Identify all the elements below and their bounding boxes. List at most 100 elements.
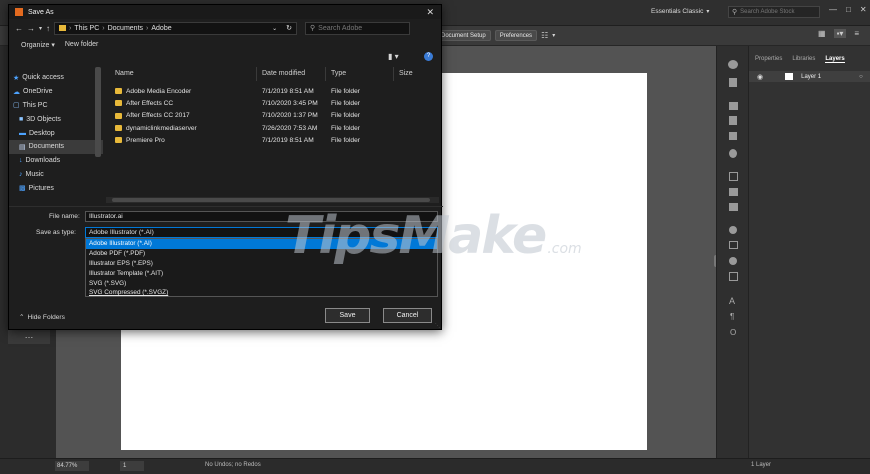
document-setup-label: Document Setup	[441, 32, 486, 39]
layers-count: 1 Layer	[751, 462, 772, 468]
brushes-icon[interactable]	[729, 116, 737, 125]
file-row[interactable]: Premiere Pro 7/1/2019 8:51 AM File folde…	[115, 134, 415, 146]
dialog-title: Save As	[28, 8, 54, 16]
nav-scrollbar[interactable]	[95, 67, 101, 157]
column-type[interactable]: Type	[331, 70, 346, 77]
opentype-icon[interactable]: O	[730, 328, 736, 337]
horizontal-scrollbar[interactable]	[106, 197, 439, 203]
cancel-label: Cancel	[396, 312, 419, 319]
navigation-pane: ★ Quick access ☁ OneDrive ▢ This PC ■ 3D Obj…	[9, 63, 103, 207]
arrange-documents-icon[interactable]: ▦	[818, 29, 826, 38]
nav-onedrive[interactable]: ☁ OneDrive	[9, 85, 103, 99]
swatches-icon[interactable]	[729, 102, 738, 110]
music-icon: ♪	[19, 170, 23, 178]
file-type: File folder	[331, 99, 360, 107]
pathfinder-icon[interactable]	[729, 203, 738, 211]
back-arrow-icon[interactable]: ←	[15, 24, 23, 33]
resize-grip-icon[interactable]: ⋱	[435, 323, 440, 329]
stock-search-field[interactable]: ⚲ Search Adobe Stock	[728, 6, 820, 18]
file-type: File folder	[331, 112, 360, 120]
transparency-icon[interactable]	[729, 257, 737, 265]
stroke-icon[interactable]	[729, 226, 737, 234]
close-icon[interactable]: ✕	[860, 5, 867, 14]
symbols-icon[interactable]	[729, 132, 737, 140]
cube-icon: ■	[19, 115, 24, 123]
up-arrow-icon[interactable]: ↑	[46, 24, 50, 33]
file-name: Adobe Media Encoder	[126, 87, 192, 95]
breadcrumb-this-pc[interactable]: This PC	[74, 25, 99, 32]
file-row[interactable]: After Effects CC 7/10/2020 3:45 PM File …	[115, 97, 415, 109]
column-name[interactable]: Name	[115, 70, 134, 77]
eye-icon[interactable]: ◉	[757, 73, 763, 81]
chevron-up-icon: ⌃	[19, 314, 25, 321]
tab-libraries[interactable]: Libraries	[792, 56, 815, 63]
file-row[interactable]: Adobe Media Encoder 7/1/2019 8:51 AM Fil…	[115, 85, 415, 97]
column-size[interactable]: Size	[399, 70, 413, 77]
search-icon: ⚲	[310, 25, 316, 32]
help-icon[interactable]: ?	[424, 52, 433, 61]
nav-label: 3D Objects	[26, 115, 61, 123]
minimize-icon[interactable]: —	[829, 5, 837, 14]
tab-properties[interactable]: Properties	[755, 56, 782, 63]
maximize-icon[interactable]: □	[846, 5, 851, 14]
forward-arrow-icon[interactable]: →	[27, 24, 35, 33]
character-icon[interactable]: A	[729, 296, 735, 306]
cancel-button[interactable]: Cancel	[383, 308, 432, 323]
color-panel-icon[interactable]	[728, 60, 738, 69]
view-options-icon[interactable]: ▮ ▾	[388, 52, 399, 61]
graphic-styles-icon[interactable]	[729, 149, 737, 158]
workspace-switcher[interactable]: Essentials Classic ▾	[651, 8, 709, 15]
nav-documents[interactable]: ▤ Documents	[9, 139, 103, 154]
recent-locations-icon[interactable]: ▾	[39, 25, 42, 32]
align-icon[interactable]	[729, 188, 738, 196]
save-button[interactable]: Save	[325, 308, 370, 323]
type-option[interactable]: SVG (*.SVG)	[86, 278, 437, 288]
nav-label: Documents	[28, 143, 65, 151]
panel-toggle-icon[interactable]: ▪▾	[833, 29, 847, 38]
document-icon: ▤	[19, 143, 26, 151]
menu-icon[interactable]: ≡	[854, 29, 859, 38]
address-bar[interactable]: › This PC › Documents › Adobe ⌄ ↻	[54, 21, 298, 35]
navigation-bar: ← → ▾ ↑ › This PC › Documents › Adobe ⌄ …	[9, 19, 441, 37]
nav-desktop[interactable]: ▬ Desktop	[9, 126, 103, 140]
artboard-number-field[interactable]: 1	[120, 461, 144, 471]
breadcrumb-documents[interactable]: Documents	[108, 25, 143, 32]
nav-this-pc[interactable]: ▢ This PC	[9, 99, 103, 113]
layer-row[interactable]: ◉ Layer 1 ○	[749, 71, 870, 82]
search-field[interactable]: ⚲ Search Adobe	[305, 21, 411, 35]
color-guide-icon[interactable]	[729, 78, 737, 87]
appearance-icon[interactable]	[729, 272, 738, 281]
layer-name[interactable]: Layer 1	[801, 74, 821, 80]
hide-folders-toggle[interactable]: ⌃ Hide Folders	[19, 313, 65, 322]
nav-downloads[interactable]: ↓ Downloads	[9, 154, 103, 168]
type-option[interactable]: Illustrator Template (*.AIT)	[86, 268, 437, 278]
cloud-icon: ☁	[13, 88, 20, 96]
chevron-down-icon[interactable]: ⌄	[272, 25, 277, 32]
file-row[interactable]: After Effects CC 2017 7/10/2020 1:37 PM …	[115, 110, 415, 122]
transform-icon[interactable]	[729, 172, 738, 181]
document-setup-button[interactable]: Document Setup	[436, 30, 491, 41]
arrange-icon[interactable]: ☷	[541, 31, 548, 40]
zoom-value: 84.77%	[57, 463, 78, 469]
breadcrumb-adobe[interactable]: Adobe	[151, 25, 171, 32]
nav-3d-objects[interactable]: ■ 3D Objects	[9, 112, 103, 126]
zoom-field[interactable]: 84.77%	[55, 461, 89, 471]
dialog-close-icon[interactable]: ✕	[426, 7, 434, 18]
nav-quick-access[interactable]: ★ Quick access	[9, 71, 103, 85]
gradient-icon[interactable]	[729, 241, 738, 249]
preferences-button[interactable]: Preferences	[494, 30, 538, 41]
refresh-icon[interactable]: ↻	[286, 24, 292, 32]
type-option[interactable]: SVG Compressed (*.SVGZ)	[86, 288, 437, 298]
paragraph-icon[interactable]: ¶	[730, 312, 734, 321]
save-as-dialog: Save As ✕ ← → ▾ ↑ › This PC › Documents …	[8, 4, 443, 330]
nav-music[interactable]: ♪ Music	[9, 168, 103, 182]
nav-pictures[interactable]: ▩ Pictures	[9, 181, 103, 195]
target-icon[interactable]: ○	[859, 74, 863, 80]
save-as-type-value: Adobe Illustrator (*.AI)	[89, 229, 154, 236]
column-date-modified[interactable]: Date modified	[262, 70, 305, 77]
file-row[interactable]: dynamiclinkmediaserver 7/26/2020 7:53 AM…	[115, 122, 415, 134]
new-folder-button[interactable]: New folder	[65, 41, 98, 48]
chevron-down-icon[interactable]: ▾	[552, 32, 555, 39]
tab-layers[interactable]: Layers	[825, 56, 845, 63]
organize-menu[interactable]: Organize ▾	[21, 41, 55, 49]
